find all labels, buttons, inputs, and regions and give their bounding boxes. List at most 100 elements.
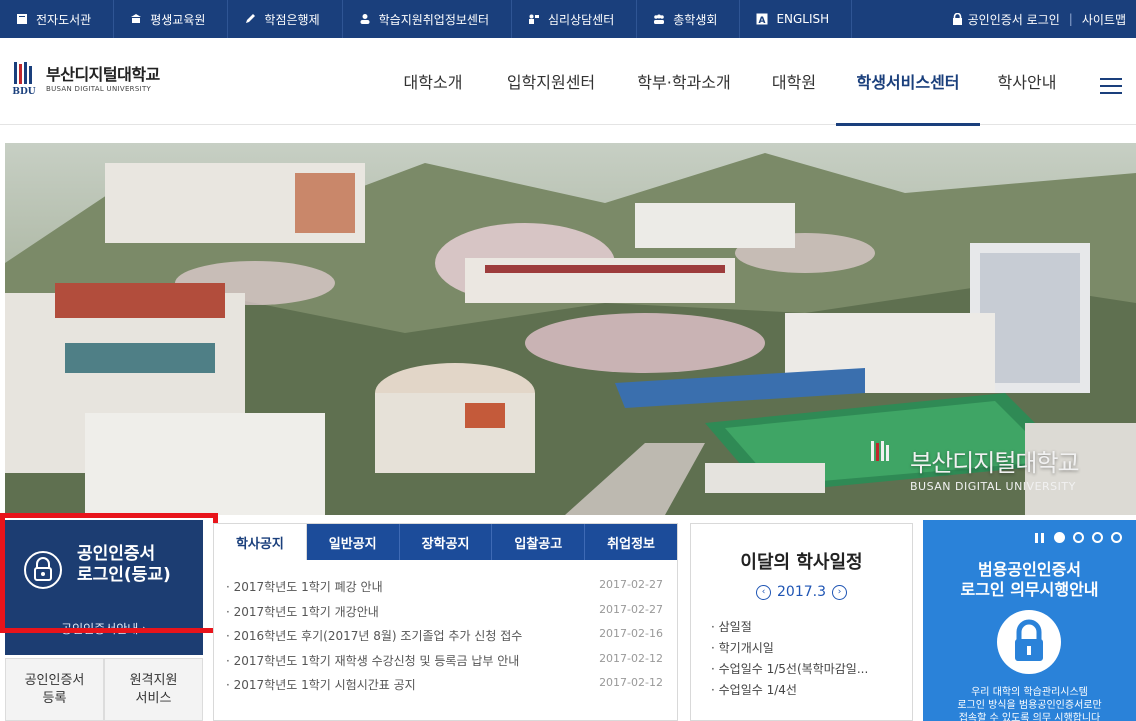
prev-month-icon[interactable]: ‹ bbox=[756, 584, 771, 600]
topbar-item-credit-bank[interactable]: 학점은행제 bbox=[228, 0, 343, 38]
calendar-month-nav: ‹ 2017.3 › bbox=[691, 584, 912, 600]
topbar-item-english[interactable]: A ENGLISH bbox=[740, 0, 853, 38]
list-item[interactable]: · 학기개시일 bbox=[711, 639, 912, 660]
logo-english: BUSAN DIGITAL UNIVERSITY bbox=[46, 84, 152, 93]
divider: | bbox=[1068, 12, 1073, 26]
banner-title: 범용공인인증서 로그인 의무시행안내 bbox=[923, 560, 1136, 600]
banner-desc-line: 우리 대학의 학습관리시스템 bbox=[971, 687, 1088, 698]
nav-admission[interactable]: 입학지원센터 bbox=[486, 38, 616, 124]
list-item[interactable]: · 2017학년도 1학기 개강안내 2017-02-27 bbox=[226, 603, 663, 628]
tab-general-notice[interactable]: 일반공지 bbox=[306, 524, 400, 560]
remote-support-button[interactable]: 원격지원서비스 bbox=[104, 658, 203, 721]
hero-logo-english: BUSAN DIGITAL UNIVERSITY bbox=[910, 480, 1076, 493]
topbar-item-library[interactable]: 전자도서관 bbox=[0, 0, 115, 38]
academic-calendar: 이달의 학사일정 ‹ 2017.3 › · 삼일절 · 학기개시일 · 수업일수… bbox=[690, 523, 913, 721]
notice-title: · 2017학년도 1학기 개강안내 bbox=[226, 604, 379, 619]
hamburger-line bbox=[1100, 92, 1122, 94]
slide-dot[interactable] bbox=[1054, 532, 1065, 543]
nav-about[interactable]: 대학소개 bbox=[380, 38, 486, 124]
topbar-item-career-center[interactable]: 학습지원취업정보센터 bbox=[343, 0, 513, 38]
book-icon bbox=[17, 14, 27, 24]
topbar-item-label: ENGLISH bbox=[776, 12, 830, 26]
notice-date: 2017-02-16 bbox=[599, 627, 663, 640]
notice-date: 2017-02-12 bbox=[599, 676, 663, 689]
cert-notice-banner[interactable]: 범용공인인증서 로그인 의무시행안내 우리 대학의 학습관리시스템 로그인 방식… bbox=[923, 520, 1136, 721]
sitemap-link[interactable]: 사이트맵 bbox=[1082, 11, 1126, 28]
padlock-graphic bbox=[1015, 619, 1043, 661]
logo-text: 부산디지털대학교 BUSAN DIGITAL UNIVERSITY bbox=[46, 64, 160, 93]
hamburger-line bbox=[1100, 85, 1122, 87]
calendar-title: 이달의 학사일정 bbox=[740, 552, 863, 573]
building-icon bbox=[131, 14, 142, 23]
tab-scholarship-notice[interactable]: 장학공지 bbox=[399, 524, 493, 560]
topbar-item-student-council[interactable]: 총학생회 bbox=[637, 0, 741, 38]
bdu-logo-icon: BDU bbox=[12, 62, 36, 97]
cert-login-link[interactable]: 공인인증서 로그인 bbox=[952, 11, 1060, 28]
notice-title: · 2017학년도 1학기 시험시간표 공지 bbox=[226, 678, 416, 692]
nav-academic[interactable]: 학사안내 bbox=[980, 38, 1074, 124]
list-item[interactable]: · 수업일수 1/4선 bbox=[711, 681, 912, 702]
counsel-icon bbox=[529, 14, 540, 24]
notice-tabs: 학사공지 일반공지 장학공지 입찰공고 취업정보 bbox=[214, 524, 677, 560]
university-logo[interactable]: BDU 부산디지털대학교 BUSAN DIGITAL UNIVERSITY bbox=[8, 60, 160, 98]
hamburger-icon bbox=[1100, 78, 1122, 80]
banner-desc-line: 접속할 수 있도록 의무 시행합니다 bbox=[958, 713, 1101, 721]
sitemap-label: 사이트맵 bbox=[1081, 12, 1126, 27]
tab-academic-notice[interactable]: 학사공지 bbox=[214, 524, 307, 560]
banner-description: 우리 대학의 학습관리시스템 로그인 방식을 범용공인인증서로만 접속할 수 있… bbox=[923, 686, 1136, 721]
group-icon bbox=[654, 14, 665, 24]
button-line: 원격지원 bbox=[129, 672, 178, 688]
topbar-item-label: 전자도서관 bbox=[36, 12, 92, 27]
notice-title: · 2016학년도 후기(2017년 8월) 조기졸업 추가 신청 접수 bbox=[226, 629, 523, 643]
notice-list: · 2017학년도 1학기 폐강 안내 2017-02-27 · 2017학년도 … bbox=[214, 560, 677, 701]
banner-title-line2: 로그인 의무시행안내 bbox=[960, 580, 1099, 599]
notice-board: 학사공지 일반공지 장학공지 입찰공고 취업정보 · 2017학년도 1학기 폐… bbox=[213, 523, 678, 721]
cert-guide-link[interactable]: 공인인증서안내 › bbox=[5, 620, 203, 637]
hero-logo-korean: 부산디지털대학교 bbox=[910, 449, 1080, 477]
list-item[interactable]: · 2017학년도 1학기 시험시간표 공지 2017-02-12 bbox=[226, 676, 663, 701]
notice-title: · 2017학년도 1학기 폐강 안내 bbox=[226, 580, 383, 594]
letter-a-icon: A bbox=[756, 13, 768, 25]
cert-title-line2: 로그인(등교) bbox=[77, 565, 171, 585]
next-month-icon[interactable]: › bbox=[832, 584, 847, 600]
svg-text:A: A bbox=[759, 16, 766, 25]
list-item[interactable]: · 삼일절 bbox=[711, 618, 912, 639]
logo-mark-text: BDU bbox=[12, 87, 35, 97]
list-item[interactable]: · 2016학년도 후기(2017년 8월) 조기졸업 추가 신청 접수 2017… bbox=[226, 627, 663, 652]
button-line: 서비스 bbox=[135, 690, 172, 706]
cert-register-button[interactable]: 공인인증서등록 bbox=[5, 658, 104, 721]
nav-student-service[interactable]: 학생서비스센터 bbox=[836, 38, 980, 126]
topbar-item-lifelong[interactable]: 평생교육원 bbox=[114, 0, 229, 38]
nav-departments[interactable]: 학부·학과소개 bbox=[616, 38, 752, 124]
topbar-item-label: 심리상담센터 bbox=[548, 12, 615, 27]
logo-korean: 부산디지털대학교 bbox=[46, 64, 160, 84]
padlock-icon bbox=[997, 610, 1061, 674]
topbar-item-label: 학습지원취업정보센터 bbox=[378, 12, 490, 27]
topbar-item-label: 총학생회 bbox=[673, 12, 718, 27]
slide-dot[interactable] bbox=[1073, 532, 1084, 543]
nav-graduate[interactable]: 대학원 bbox=[752, 38, 836, 124]
slide-dot[interactable] bbox=[1092, 532, 1103, 543]
hero-campus-image: 부산디지털대학교 BUSAN DIGITAL UNIVERSITY bbox=[5, 143, 1136, 515]
hero-university-logo: 부산디지털대학교 BUSAN DIGITAL UNIVERSITY bbox=[910, 443, 1080, 493]
slide-dot[interactable] bbox=[1111, 532, 1122, 543]
main-nav: 대학소개 입학지원센터 학부·학과소개 대학원 학생서비스센터 학사안내 bbox=[380, 38, 1074, 126]
cert-sub-buttons: 공인인증서등록 원격지원서비스 bbox=[5, 658, 203, 721]
menu-button[interactable] bbox=[1100, 78, 1122, 96]
tab-job-info[interactable]: 취업정보 bbox=[585, 524, 677, 560]
cert-login-panel[interactable]: 공인인증서 로그인(등교) 공인인증서안내 › bbox=[5, 520, 203, 655]
list-item[interactable]: · 2017학년도 1학기 폐강 안내 2017-02-27 bbox=[226, 578, 663, 603]
cert-title-line1: 공인인증서 bbox=[77, 544, 156, 564]
banner-title-line1: 범용공인인증서 bbox=[977, 560, 1082, 579]
button-line: 공인인증서 bbox=[24, 672, 85, 688]
topbar-item-counseling[interactable]: 심리상담센터 bbox=[512, 0, 638, 38]
button-line: 등록 bbox=[42, 690, 67, 706]
person-icon bbox=[360, 14, 370, 24]
pause-icon[interactable] bbox=[1035, 532, 1044, 543]
list-item[interactable]: · 2017학년도 1학기 재학생 수강신청 및 등록금 납부 안내 2017-0… bbox=[226, 652, 663, 677]
topbar-item-label: 학점은행제 bbox=[264, 12, 320, 27]
banner-pager bbox=[1035, 532, 1130, 543]
list-item[interactable]: · 수업일수 1/5선(복학마감일... bbox=[711, 660, 912, 681]
tab-bid-notice[interactable]: 입찰공고 bbox=[492, 524, 586, 560]
notice-title: · 2017학년도 1학기 재학생 수강신청 및 등록금 납부 안내 bbox=[226, 653, 520, 668]
